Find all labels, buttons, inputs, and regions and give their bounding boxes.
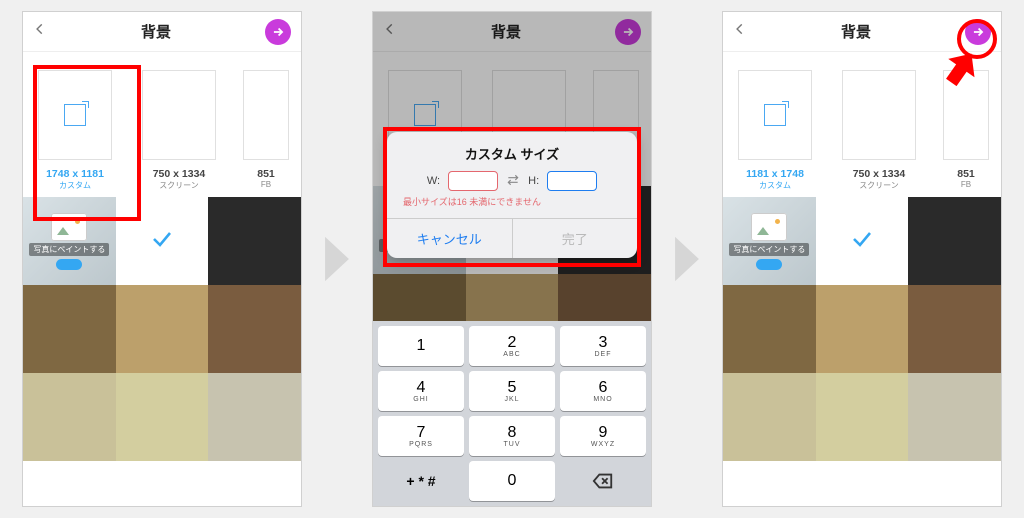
- numeric-keypad: 1 2ABC 3DEF 4GHI 5JKL 6MNO 7PQRS 8TUV 9W…: [373, 321, 651, 506]
- bg-swatch[interactable]: [816, 373, 909, 461]
- bg-swatch[interactable]: [723, 373, 816, 461]
- key-backspace[interactable]: [560, 461, 646, 501]
- title-bar: 背景: [23, 12, 301, 52]
- height-label: H:: [528, 175, 539, 187]
- cancel-button[interactable]: キャンセル: [387, 219, 513, 258]
- check-icon: [850, 227, 874, 256]
- next-button[interactable]: [965, 19, 991, 45]
- bg-swatch[interactable]: [723, 285, 816, 373]
- size-card-custom[interactable]: 1181 x 1748 カスタム: [723, 70, 827, 191]
- size-card-screen[interactable]: 750 x 1334 スクリーン: [127, 70, 231, 191]
- key-4[interactable]: 4GHI: [378, 371, 464, 411]
- screen-3: 背景 1181 x 1748 カスタム 750 x 1334 スクリーン 851…: [722, 11, 1002, 507]
- annotation-arrow-icon: [943, 50, 977, 95]
- bg-swatch[interactable]: [23, 373, 116, 461]
- back-icon[interactable]: [33, 22, 47, 41]
- bg-swatch[interactable]: [116, 373, 209, 461]
- screen-2: 背景 851 写真にペイントする カスタム サイズ W:: [372, 11, 652, 507]
- step-arrow-icon: [664, 219, 710, 299]
- title-bar: 背景: [723, 12, 1001, 52]
- key-symbols[interactable]: + * #: [378, 461, 464, 501]
- back-icon[interactable]: [733, 22, 747, 41]
- key-6[interactable]: 6MNO: [560, 371, 646, 411]
- step-arrow-icon: [314, 219, 360, 299]
- bg-white-selected[interactable]: [816, 197, 909, 285]
- bg-swatch[interactable]: [208, 373, 301, 461]
- bg-swatch[interactable]: [908, 197, 1001, 285]
- key-8[interactable]: 8TUV: [469, 416, 555, 456]
- key-9[interactable]: 9WXYZ: [560, 416, 646, 456]
- key-7[interactable]: 7PQRS: [378, 416, 464, 456]
- background-grid: 写真にペイントする: [723, 197, 1001, 461]
- custom-size-icon: [764, 104, 786, 126]
- bg-swatch[interactable]: [208, 285, 301, 373]
- key-1[interactable]: 1: [378, 326, 464, 366]
- background-grid: 写真にペイントする: [23, 197, 301, 461]
- page-title: 背景: [747, 21, 965, 42]
- paint-on-photo[interactable]: 写真にペイントする: [723, 197, 816, 285]
- bg-swatch[interactable]: [208, 197, 301, 285]
- done-button[interactable]: 完了: [513, 219, 638, 258]
- size-options-row: 1748 x 1181 カスタム 750 x 1334 スクリーン 851 FB: [23, 52, 301, 197]
- dialog-title: カスタム サイズ: [387, 132, 637, 171]
- width-input[interactable]: [448, 171, 498, 191]
- bg-white-selected[interactable]: [116, 197, 209, 285]
- width-label: W:: [427, 175, 440, 187]
- size-card-screen[interactable]: 750 x 1334 スクリーン: [827, 70, 931, 191]
- bg-swatch[interactable]: [116, 285, 209, 373]
- dialog-error: 最小サイズは16 未満にできません: [387, 195, 637, 218]
- height-input[interactable]: [547, 171, 597, 191]
- size-card-fb[interactable]: 851 FB: [231, 70, 301, 191]
- bg-swatch[interactable]: [908, 373, 1001, 461]
- next-button[interactable]: [265, 19, 291, 45]
- size-card-custom[interactable]: 1748 x 1181 カスタム: [23, 70, 127, 191]
- photo-icon: [751, 213, 787, 241]
- check-icon: [150, 227, 174, 256]
- custom-size-icon: [64, 104, 86, 126]
- key-2[interactable]: 2ABC: [469, 326, 555, 366]
- screen-1: 背景 1748 x 1181 カスタム 750 x 1334 スクリーン 851…: [22, 11, 302, 507]
- bg-swatch[interactable]: [816, 285, 909, 373]
- custom-size-dialog: カスタム サイズ W: H: 最小サイズは16 未満にできません キャンセル 完…: [387, 132, 637, 258]
- bg-swatch[interactable]: [908, 285, 1001, 373]
- page-title: 背景: [47, 21, 265, 42]
- swap-icon[interactable]: [506, 173, 520, 190]
- photo-icon: [51, 213, 87, 241]
- key-0[interactable]: 0: [469, 461, 555, 501]
- bg-swatch[interactable]: [23, 285, 116, 373]
- paint-on-photo[interactable]: 写真にペイントする: [23, 197, 116, 285]
- key-3[interactable]: 3DEF: [560, 326, 646, 366]
- key-5[interactable]: 5JKL: [469, 371, 555, 411]
